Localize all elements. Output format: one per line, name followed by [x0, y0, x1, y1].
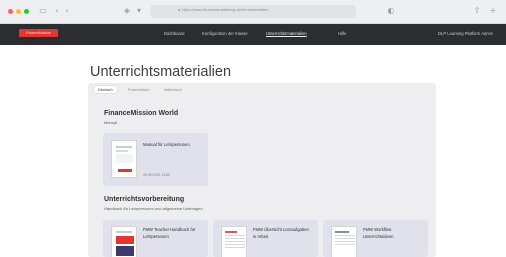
- address-bar-text: ● https://www.financeausbildung.de/lernm…: [178, 7, 269, 12]
- sidebar-icon[interactable]: ▭: [38, 6, 48, 16]
- window-minimize-button[interactable]: [16, 9, 21, 14]
- nav-item-hilfe[interactable]: Hilfe: [338, 31, 346, 37]
- add-tab-icon[interactable]: +: [488, 6, 498, 16]
- brand-logo[interactable]: FinanceMission: [19, 29, 58, 37]
- nav-item-klasse[interactable]: Konfiguration der Klasse: [202, 31, 248, 37]
- nav-item-admin[interactable]: DLP Learning Platform Admin: [438, 31, 493, 37]
- top-navigation: FinanceMission Dashboard Konfiguration d…: [0, 24, 506, 45]
- tab-deutsch[interactable]: Deutsch: [94, 86, 117, 93]
- card-title: FMW Übersicht Lernaufgaben in Arbeit: [253, 227, 309, 239]
- card-title: Manual für Lehrpersonen: [143, 142, 190, 147]
- material-card[interactable]: FMW Übersicht Lernaufgaben in Arbeit: [213, 220, 318, 257]
- share-icon[interactable]: ⇧: [472, 6, 482, 16]
- document-thumbnail: [331, 226, 357, 257]
- language-tabs: Deutsch Französisch Italienisch: [88, 83, 436, 97]
- card-title: FMW Teacher Handbuch für Lehrpersonen: [143, 227, 196, 239]
- section-title: FinanceMission World: [104, 110, 179, 117]
- page-title: Unterrichtsmaterialien: [90, 64, 232, 80]
- material-card[interactable]: Manual für Lehrpersonen 25.05.2023, 11:5…: [103, 133, 208, 186]
- window-close-button[interactable]: [8, 9, 13, 14]
- nav-item-unterrichtsmaterialien[interactable]: Unterrichtsmaterialien: [266, 31, 307, 37]
- material-card[interactable]: FMW Teacher Handbuch für Lehrpersonen: [103, 220, 208, 257]
- window-maximize-button[interactable]: [24, 9, 29, 14]
- card-date: 25.05.2023, 11:50: [143, 173, 171, 177]
- section-title: Unterrichtsvorbereitung: [104, 196, 185, 203]
- document-thumbnail: [111, 140, 137, 178]
- document-thumbnail: [221, 226, 247, 257]
- material-card[interactable]: FMW Workflow Unterrichtsideen: [323, 220, 428, 257]
- card-title: FMW Workflow Unterrichtsideen: [363, 227, 394, 239]
- forward-icon[interactable]: ›: [62, 6, 72, 16]
- section-subtitle: Manual: [104, 120, 118, 125]
- shield-icon[interactable]: ◈: [122, 6, 132, 16]
- extension-icon[interactable]: ◐: [386, 6, 396, 16]
- section-subtitle: Handbuch für Lehrpersonen und allgemeine…: [104, 206, 203, 211]
- address-bar[interactable]: ● https://www.financeausbildung.de/lernm…: [150, 5, 356, 18]
- tab-overview-icon[interactable]: ▾: [134, 6, 144, 16]
- document-thumbnail: [111, 226, 137, 257]
- tab-franzoesisch[interactable]: Französisch: [128, 87, 150, 92]
- back-icon[interactable]: ‹: [52, 6, 62, 16]
- browser-toolbar: ▭ ‹ › ◈ ▾ ● https://www.financeausbildun…: [0, 0, 506, 24]
- tab-italienisch[interactable]: Italienisch: [164, 87, 182, 92]
- nav-item-dashboard[interactable]: Dashboard: [164, 31, 185, 37]
